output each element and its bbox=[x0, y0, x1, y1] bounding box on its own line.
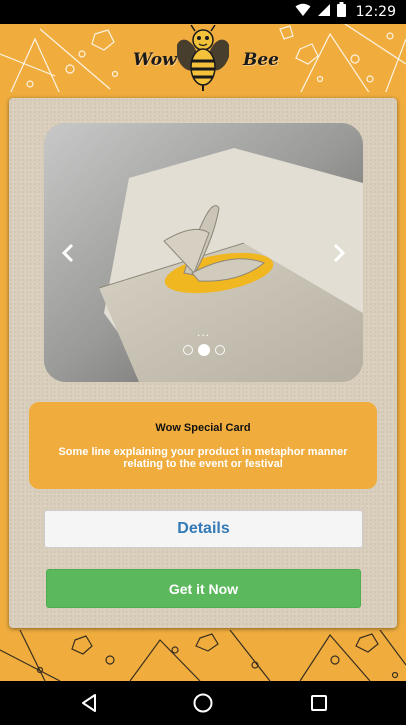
wifi-icon bbox=[295, 3, 311, 22]
app-header: Wow Bee bbox=[0, 24, 406, 92]
get-it-now-button[interactable]: Get it Now bbox=[46, 569, 361, 608]
product-info-box: Wow Special Card Some line explaining yo… bbox=[29, 402, 377, 489]
nav-recents-button[interactable] bbox=[305, 689, 333, 717]
battery-icon bbox=[336, 2, 346, 22]
details-button[interactable]: Details bbox=[44, 510, 363, 548]
nav-back-button[interactable] bbox=[75, 689, 103, 717]
content-panel: ... Wow Special Card Some line explainin… bbox=[9, 98, 397, 628]
logo-word-bee: Bee bbox=[243, 50, 280, 70]
back-icon bbox=[82, 694, 96, 712]
product-title: Wow Special Card bbox=[155, 422, 251, 434]
nav-home-button[interactable] bbox=[189, 689, 217, 717]
status-bar: 12:29 bbox=[0, 0, 406, 24]
carousel-indicators bbox=[44, 344, 363, 356]
app-logo[interactable]: Wow Bee bbox=[125, 24, 281, 92]
recents-icon bbox=[311, 695, 327, 711]
status-icons: 12:29 bbox=[295, 0, 396, 24]
carousel-dot-2[interactable] bbox=[197, 344, 210, 356]
image-carousel[interactable]: ... bbox=[44, 123, 363, 382]
carousel-next-button[interactable] bbox=[327, 241, 351, 265]
carousel-dot-3[interactable] bbox=[214, 345, 225, 355]
carousel-caption: ... bbox=[196, 325, 210, 339]
signal-icon bbox=[317, 3, 331, 22]
logo-word-wow: Wow bbox=[133, 50, 177, 70]
carousel-dot-1[interactable] bbox=[182, 345, 193, 355]
carousel-prev-button[interactable] bbox=[56, 241, 80, 265]
home-icon bbox=[193, 693, 213, 713]
android-nav-bar bbox=[0, 681, 406, 725]
product-description: Some line explaining your product in met… bbox=[58, 446, 348, 470]
chevron-left-icon bbox=[61, 243, 74, 263]
bee-icon bbox=[177, 25, 229, 91]
status-time: 12:29 bbox=[355, 4, 396, 20]
footer-pattern bbox=[0, 630, 406, 681]
chevron-right-icon bbox=[333, 243, 346, 263]
